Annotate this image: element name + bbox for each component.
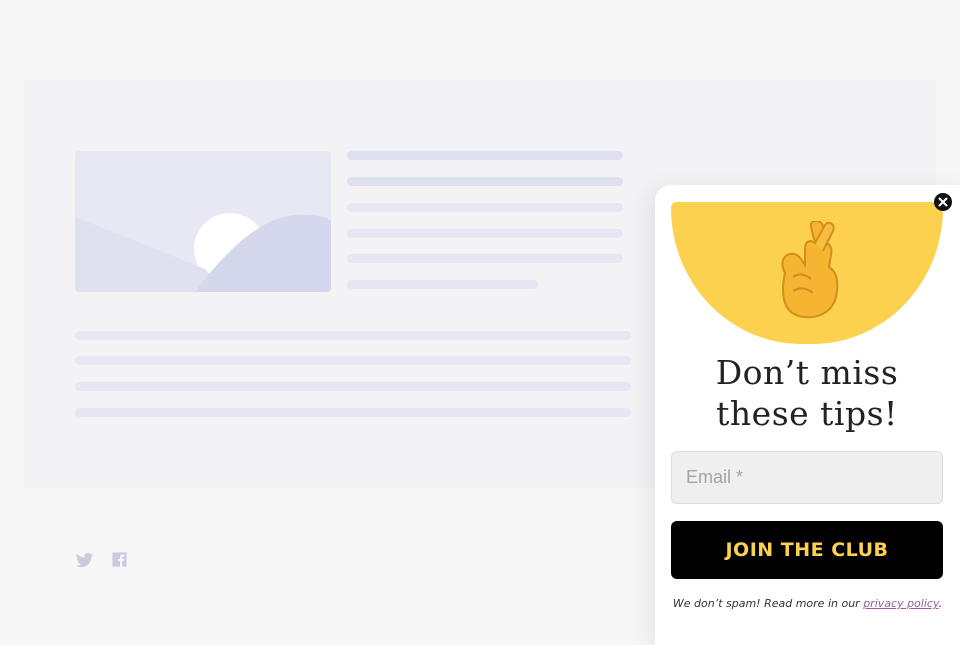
text-line (347, 229, 623, 238)
text-line (347, 203, 623, 212)
image-placeholder-icon (75, 213, 331, 292)
join-club-button[interactable]: JOIN THE CLUB (671, 521, 943, 579)
privacy-policy-link[interactable]: privacy policy (863, 597, 938, 610)
text-line (75, 408, 631, 417)
popup-title: Don’t miss these tips! (671, 352, 943, 434)
text-line (347, 177, 623, 186)
privacy-note-end: . (938, 597, 943, 610)
text-line (75, 356, 631, 365)
image-placeholder (75, 151, 331, 292)
popup-title-line2: these tips! (716, 394, 898, 433)
popup-title-line1: Don’t miss (715, 353, 899, 392)
crossed-fingers-icon (781, 221, 839, 319)
text-line (347, 254, 623, 263)
facebook-icon[interactable] (111, 551, 130, 570)
privacy-note: We don’t spam! Read more in our privacy … (655, 597, 960, 610)
text-line (75, 382, 631, 391)
text-line (75, 331, 631, 340)
email-field[interactable] (671, 451, 943, 504)
text-line (347, 151, 623, 160)
text-line (347, 280, 538, 289)
twitter-icon[interactable] (75, 551, 94, 570)
privacy-note-text: We don’t spam! Read more in our (672, 597, 860, 610)
close-icon (938, 197, 948, 207)
close-button[interactable] (934, 193, 952, 211)
